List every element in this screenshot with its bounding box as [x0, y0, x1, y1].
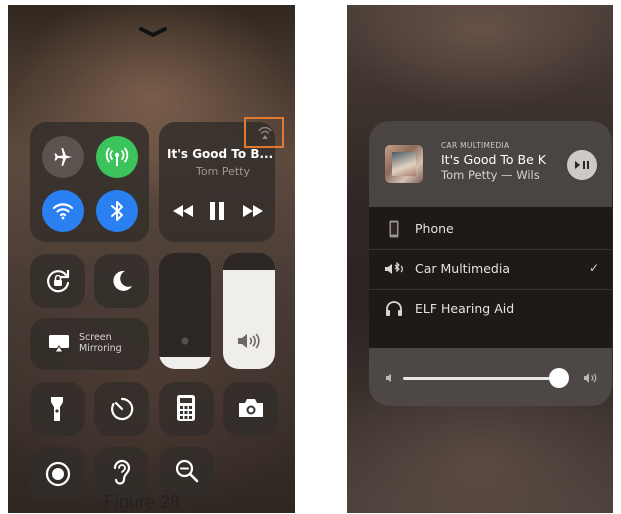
bluetooth-toggle[interactable]	[96, 190, 138, 232]
chevron-down-icon[interactable]	[138, 25, 168, 39]
play-pause-icon	[575, 161, 589, 169]
pause-button[interactable]	[205, 198, 229, 224]
car-audio-icon	[383, 259, 405, 279]
output-source-label: CAR MULTIMEDIA	[441, 141, 510, 150]
checkmark-icon: ✓	[589, 261, 600, 275]
cellular-data-toggle[interactable]	[96, 136, 138, 178]
route-label: Car Multimedia	[415, 261, 510, 276]
album-art	[385, 145, 423, 183]
speaker-icon	[238, 333, 260, 349]
play-pause-button[interactable]	[567, 150, 597, 180]
fast-forward-icon	[243, 205, 263, 217]
volume-track[interactable]	[403, 377, 567, 380]
route-item-hearing-aid[interactable]: ELF Hearing Aid	[369, 289, 612, 329]
route-label: Phone	[415, 221, 454, 236]
magnifier-button[interactable]	[159, 447, 214, 497]
flashlight-button[interactable]	[30, 382, 85, 436]
audio-output-screen: CAR MULTIMEDIA It's Good To Be K Tom Pet…	[347, 5, 613, 513]
pause-icon	[210, 202, 224, 220]
volume-high-icon	[584, 373, 597, 383]
track-artist: Tom Petty — Wils	[441, 168, 540, 182]
rotation-lock-icon	[47, 270, 70, 293]
bluetooth-icon	[111, 201, 123, 221]
screen-record-button[interactable]	[30, 447, 85, 501]
now-playing-title: It's Good To B...	[167, 147, 274, 161]
hearing-icon	[113, 459, 131, 485]
wifi-icon	[52, 203, 74, 220]
route-item-car-multimedia[interactable]: Car Multimedia ✓	[369, 249, 612, 289]
cellular-data-icon	[105, 147, 129, 166]
volume-control	[369, 348, 612, 406]
screen-mirroring-label: Screen Mirroring	[79, 332, 122, 354]
magnifier-icon	[175, 459, 199, 483]
volume-level	[223, 270, 275, 369]
airplay-highlight-box	[244, 117, 284, 148]
screen-record-icon	[45, 461, 71, 487]
screen-mirroring-icon	[49, 335, 69, 353]
route-item-phone[interactable]: Phone	[369, 209, 612, 249]
calculator-button[interactable]	[159, 382, 214, 436]
rewind-icon	[173, 205, 193, 217]
wifi-toggle[interactable]	[42, 190, 84, 232]
airplane-icon	[54, 148, 72, 166]
timer-button[interactable]	[94, 382, 149, 436]
screen-mirroring-button[interactable]: Screen Mirroring	[30, 318, 149, 370]
camera-icon	[239, 399, 263, 417]
rewind-button[interactable]	[169, 200, 197, 222]
airplane-mode-toggle[interactable]	[42, 136, 84, 178]
track-title: It's Good To Be K	[441, 152, 546, 167]
control-center-screen: It's Good To B... Tom Petty Screen Mirro…	[8, 5, 295, 513]
route-label: ELF Hearing Aid	[415, 301, 515, 316]
brightness-icon	[181, 337, 189, 345]
do-not-disturb-button[interactable]	[94, 254, 149, 308]
connectivity-module	[30, 122, 149, 242]
figure-caption: Figure 28	[104, 492, 181, 512]
headphones-icon	[383, 299, 405, 319]
calculator-icon	[177, 395, 195, 421]
audio-output-panel: CAR MULTIMEDIA It's Good To Be K Tom Pet…	[369, 121, 612, 406]
flashlight-icon	[51, 397, 63, 421]
brightness-level	[159, 357, 211, 369]
timer-icon	[111, 397, 134, 421]
moon-icon	[113, 270, 132, 291]
now-playing-header: CAR MULTIMEDIA It's Good To Be K Tom Pet…	[369, 121, 612, 207]
brightness-slider[interactable]	[159, 253, 211, 369]
rotation-lock-button[interactable]	[30, 254, 85, 308]
volume-thumb[interactable]	[548, 368, 569, 388]
volume-low-icon	[386, 374, 391, 382]
fast-forward-button[interactable]	[239, 200, 267, 222]
phone-icon	[383, 219, 405, 239]
camera-button[interactable]	[223, 382, 278, 436]
now-playing-artist: Tom Petty	[196, 165, 250, 178]
volume-slider[interactable]	[223, 253, 275, 369]
